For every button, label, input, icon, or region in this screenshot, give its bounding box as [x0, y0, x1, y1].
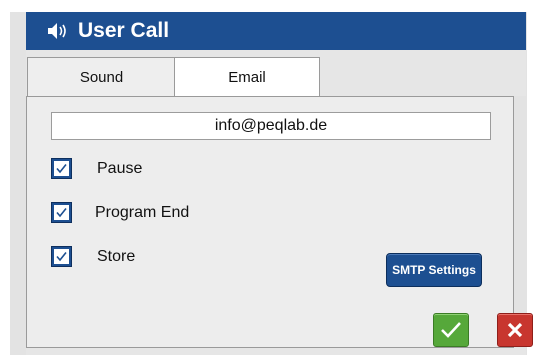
checkmark-icon: [56, 164, 67, 174]
tab-email[interactable]: Email: [174, 57, 320, 97]
email-address-field[interactable]: info@peqlab.de: [51, 112, 491, 140]
pause-checkbox[interactable]: [51, 158, 72, 179]
checkmark-icon: [441, 322, 461, 338]
tab-email-label: Email: [228, 69, 266, 86]
window-title: User Call: [78, 19, 170, 42]
program-end-label: Program End: [95, 203, 190, 221]
email-address-value: info@peqlab.de: [214, 117, 328, 134]
dialog-right-margin: [527, 0, 537, 355]
store-checkbox[interactable]: [51, 246, 72, 267]
option-program-end-row[interactable]: Program End: [51, 202, 189, 223]
dialog-left-margin: [0, 0, 10, 355]
program-end-checkbox[interactable]: [51, 202, 72, 223]
tab-sound-label: Sound: [79, 69, 124, 86]
checkmark-icon: [56, 252, 67, 262]
ok-button[interactable]: [433, 313, 469, 347]
dialog-body: Sound Email info@peqlab.de Pause Program…: [26, 50, 526, 355]
store-label: Store: [97, 247, 136, 265]
panel-side-area: [514, 96, 526, 348]
speaker-icon: [46, 21, 70, 41]
option-store-row[interactable]: Store: [51, 246, 135, 267]
option-pause-row[interactable]: Pause: [51, 158, 142, 179]
smtp-settings-button[interactable]: SMTP Settings: [386, 253, 482, 287]
checkmark-icon: [56, 208, 67, 218]
title-bar: User Call: [26, 12, 526, 50]
close-icon: [507, 322, 523, 338]
cancel-button[interactable]: [497, 313, 533, 347]
dialog-top-margin: [0, 0, 537, 12]
user-call-dialog: User Call Sound Email info@peqlab.de Pau…: [0, 0, 537, 355]
tab-sound[interactable]: Sound: [27, 57, 175, 97]
pause-label: Pause: [97, 159, 143, 177]
